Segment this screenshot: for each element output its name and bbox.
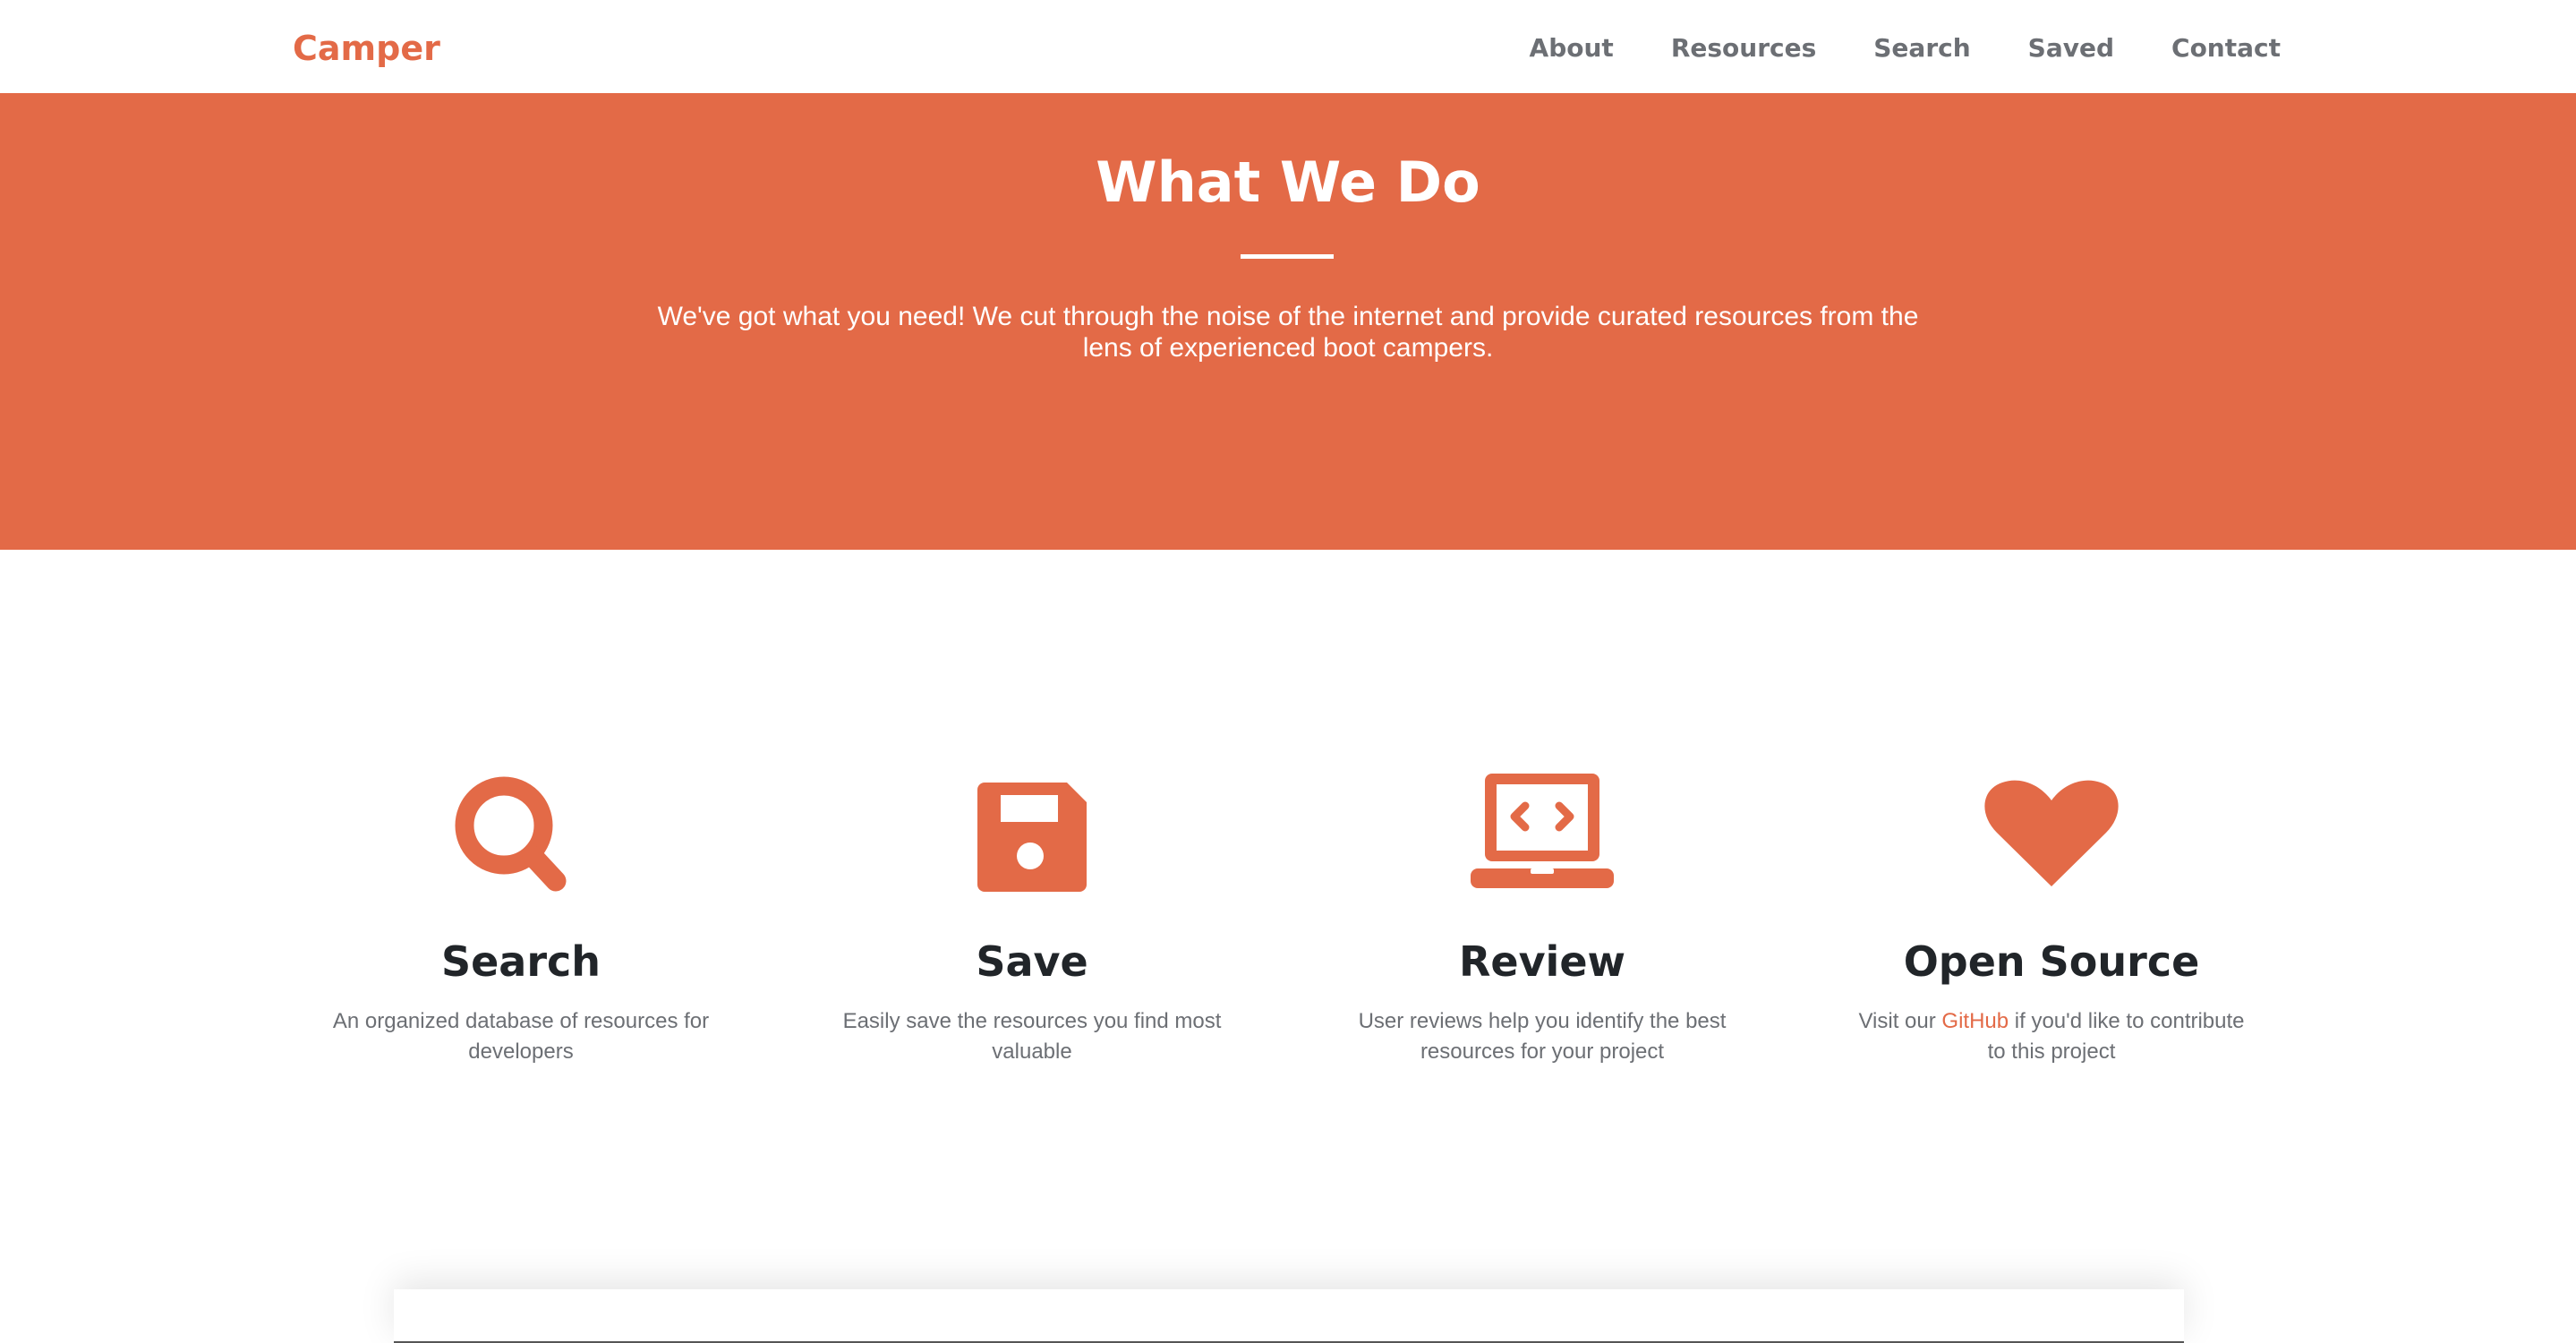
save-icon	[977, 783, 1087, 892]
bottom-card	[394, 1289, 2184, 1343]
feature-title: Open Source	[1903, 937, 2200, 986]
nav-links: About Resources Search Saved Contact	[1530, 27, 2281, 70]
hero-title: What We Do	[1096, 150, 1480, 215]
hero-text: We've got what you need! We cut through …	[657, 302, 1919, 363]
feature-title: Save	[976, 937, 1088, 986]
feature-desc: An organized database of resources for d…	[332, 1009, 710, 1064]
navbar: Camper About Resources Search Saved Cont…	[0, 0, 2576, 93]
hero-section: What We Do We've got what you need! We c…	[0, 93, 2576, 550]
laptop-code-icon	[1471, 774, 1614, 888]
nav-link-resources[interactable]: Resources	[1671, 27, 1816, 70]
feature-desc: User reviews help you identify the best …	[1358, 1009, 1727, 1064]
features-section: Search An organized database of resource…	[0, 550, 2576, 1329]
feature-desc-text: if you'd like to contribute to this proj…	[1987, 1009, 2245, 1064]
feature-title: Search	[440, 937, 601, 986]
nav-link-saved[interactable]: Saved	[2028, 27, 2114, 70]
feature-save: Save Easily save the resources you find …	[799, 774, 1265, 1067]
feature-desc: Visit our GitHub if you'd like to contri…	[1850, 1006, 2253, 1067]
feature-open-source: Open Source Visit our GitHub if you'd li…	[1819, 774, 2284, 1067]
hero-divider	[1241, 254, 1334, 259]
brand-logo[interactable]: Camper	[293, 27, 440, 70]
feature-title: Review	[1458, 937, 1626, 986]
nav-link-about[interactable]: About	[1530, 27, 1614, 70]
search-icon	[455, 776, 567, 892]
nav-link-search[interactable]: Search	[1873, 27, 1970, 70]
feature-desc: Easily save the resources you find most …	[842, 1009, 1222, 1064]
feature-search: Search An organized database of resource…	[288, 774, 754, 1067]
github-link[interactable]: GitHub	[1941, 1009, 2009, 1033]
feature-review: Review User reviews help you identify th…	[1309, 774, 1775, 1067]
heart-icon	[1984, 780, 2119, 886]
nav-link-contact[interactable]: Contact	[2171, 27, 2281, 70]
feature-desc-text: Visit our	[1858, 1009, 1942, 1033]
